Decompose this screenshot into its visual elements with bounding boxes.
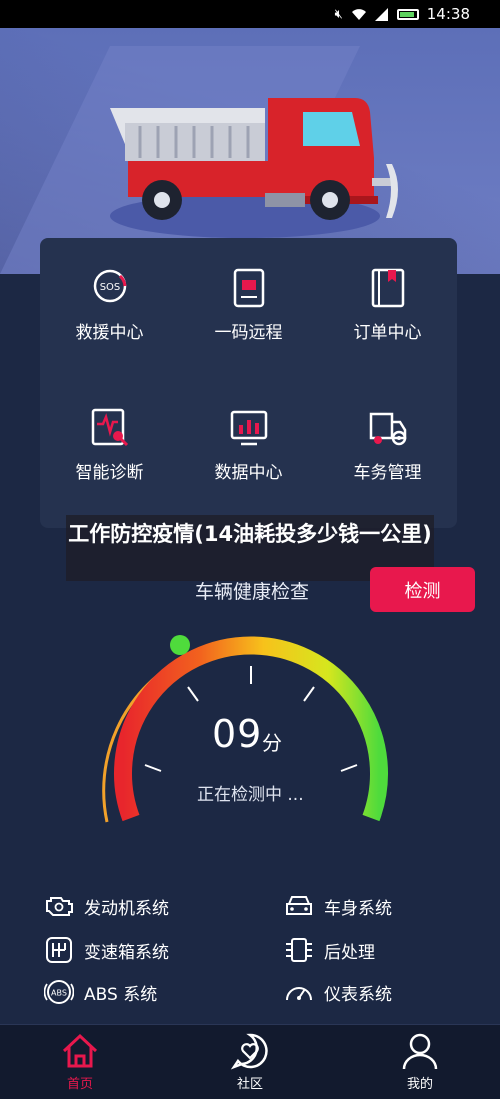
bottom-tab-bar: 首页 社区 我的 [0,1024,500,1099]
system-car-body[interactable]: 车身系统 [284,892,392,920]
tab-community[interactable]: 社区 [200,1025,300,1099]
system-label: 发动机系统 [84,898,169,919]
truck-gear-icon [369,412,406,446]
tab-home[interactable]: 首页 [30,1025,130,1099]
grid-item-label: 一码远程 [214,323,283,343]
system-label: ABS 系统 [84,984,158,1005]
sos-icon: SOS [93,269,126,303]
system-engine[interactable]: 发动机系统 [44,892,169,920]
grid-item-vehicle-affairs[interactable]: 车务管理 [318,408,457,483]
gauge-icon [286,987,312,1001]
home-icon [62,1033,98,1068]
grid-item-remote-code[interactable]: 一码远程 [179,268,318,343]
grid-item-label: 救援中心 [75,323,144,343]
svg-text:ABS: ABS [51,989,67,998]
exhaust-icon [286,938,312,962]
qr-document-icon [233,268,264,308]
diagnosis-icon [91,408,128,447]
abs-icon: ABS [44,980,74,1004]
tab-profile[interactable]: 我的 [370,1025,470,1099]
function-grid: SOS 救援中心 一码远程 订单中心 智能诊断 数据中心 车务管理 [40,238,457,528]
system-label: 车身系统 [324,898,392,919]
health-score-unit: 分 [262,731,282,755]
system-label: 变速箱系统 [84,942,169,963]
grid-item-orders[interactable]: 订单中心 [318,268,457,343]
system-instrument[interactable]: 仪表系统 [284,978,392,1006]
mute-icon: 🔇︎ [334,6,343,22]
grid-item-rescue[interactable]: SOS 救援中心 [40,268,179,343]
system-gearbox[interactable]: 变速箱系统 [44,936,169,964]
wifi-icon [351,8,366,20]
tab-label: 首页 [66,1077,93,1092]
grid-item-label: 车务管理 [353,463,422,483]
grid-item-label: 订单中心 [353,323,422,343]
system-label: 后处理 [324,942,375,963]
profile-icon [402,1033,438,1070]
gearbox-icon [46,937,72,963]
signal-icon [374,7,388,21]
car-body-icon [286,896,312,915]
grid-item-data-center[interactable]: 数据中心 [179,408,318,483]
detect-button[interactable]: 检测 [370,567,475,612]
system-label: 仪表系统 [324,984,392,1005]
health-check-label: 车辆健康检查 [195,581,310,603]
status-time: 14:38 [426,5,470,23]
health-status: 正在检测中 ... [197,785,304,805]
grid-item-label: 数据中心 [214,463,283,483]
tab-label: 我的 [406,1077,433,1092]
order-book-icon [371,268,404,308]
engine-icon [46,897,73,916]
grid-item-label: 智能诊断 [75,463,144,483]
status-bar: 🔇︎ 14:38 [0,0,500,28]
system-abs[interactable]: ABS ABS 系统 [44,978,157,1006]
tab-label: 社区 [236,1077,263,1092]
system-aftertreatment[interactable]: 后处理 [284,936,375,964]
battery-icon [396,8,419,20]
health-score: 09 [212,712,263,756]
data-screen-icon [230,410,267,446]
svg-text:SOS: SOS [99,282,120,293]
community-icon [230,1033,268,1070]
grid-item-diagnosis[interactable]: 智能诊断 [40,408,179,483]
